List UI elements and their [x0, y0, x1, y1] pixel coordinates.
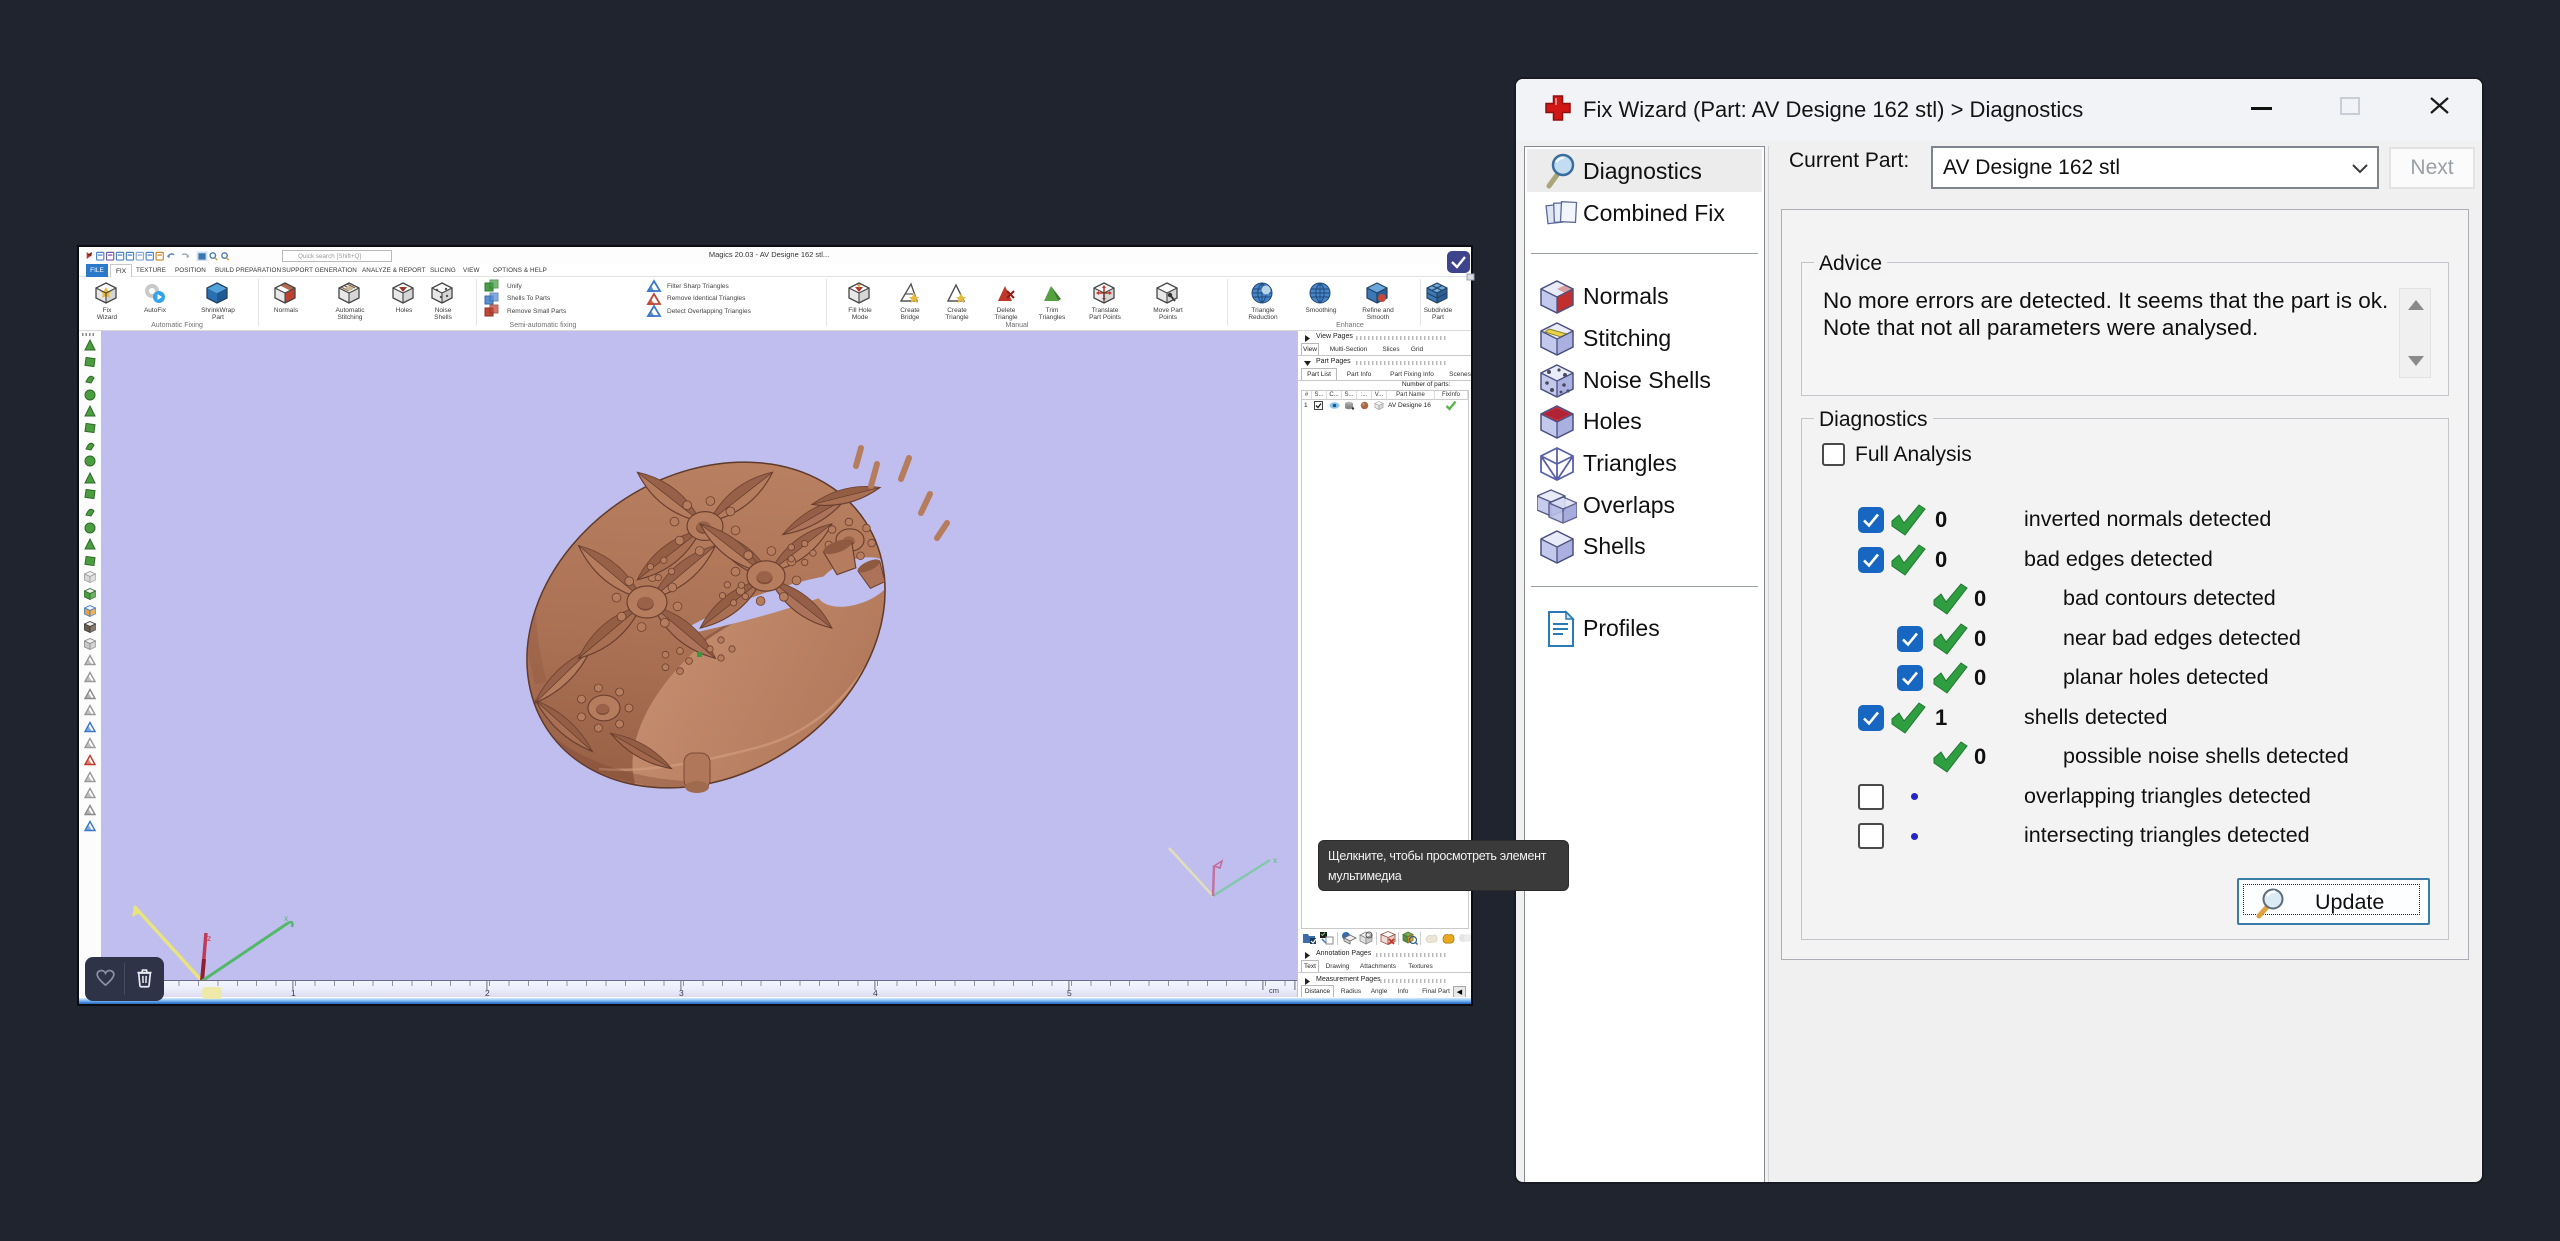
svg-text:x: x	[1273, 855, 1278, 865]
svg-text:z: z	[207, 933, 211, 943]
svg-text:x: x	[284, 913, 289, 923]
